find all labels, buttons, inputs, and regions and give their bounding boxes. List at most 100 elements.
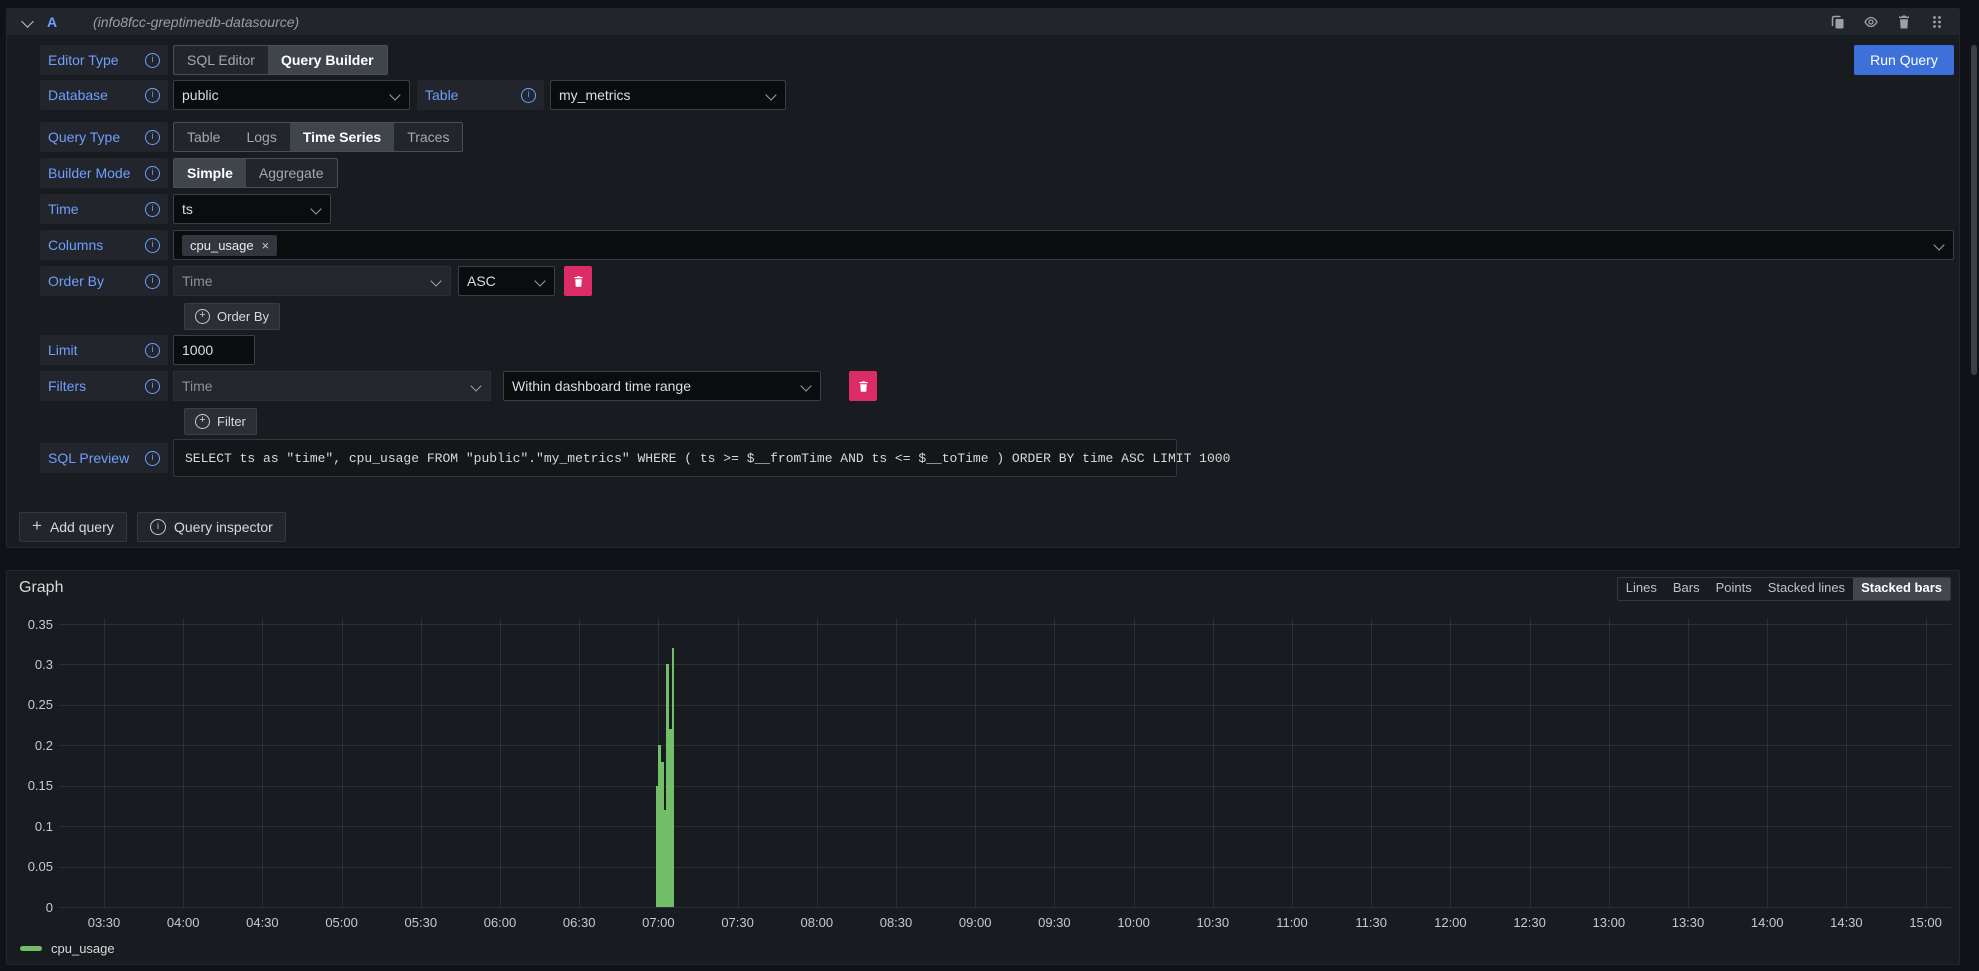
filter-column-select[interactable]: Time: [173, 371, 491, 401]
order-by-column-value: Time: [182, 273, 213, 289]
time-series-chart: cpu_usage 00.050.10.150.20.250.30.3503:3…: [7, 571, 1959, 964]
x-tick-label: 04:30: [222, 915, 302, 930]
table-label: Table: [425, 87, 458, 103]
chevron-down-icon: [534, 275, 545, 286]
info-icon[interactable]: i: [145, 379, 160, 394]
duplicate-query-icon[interactable]: [1830, 14, 1846, 30]
v-gridline: [1134, 618, 1135, 907]
v-gridline: [817, 618, 818, 907]
v-gridline: [1609, 618, 1610, 907]
filter-column-value: Time: [182, 378, 213, 394]
add-order-by-label: Order By: [217, 309, 269, 324]
order-by-label: Order By: [48, 273, 104, 289]
info-icon[interactable]: i: [145, 451, 160, 466]
x-tick-label: 08:30: [856, 915, 936, 930]
query-type-label: Query Type: [48, 129, 120, 145]
remove-filter-button[interactable]: [849, 371, 877, 401]
info-icon[interactable]: i: [521, 88, 536, 103]
collapse-chevron-icon[interactable]: [21, 15, 34, 28]
info-icon[interactable]: i: [145, 130, 160, 145]
table-select[interactable]: my_metrics: [550, 80, 786, 110]
query-row-header[interactable]: A (info8fcc-greptimedb-datasource): [7, 9, 1959, 35]
order-by-column-select[interactable]: Time: [173, 266, 451, 296]
plus-icon: +: [32, 516, 42, 536]
sql-preview-text: SELECT ts as "time", cpu_usage FROM "pub…: [185, 451, 1230, 466]
database-label: Database: [48, 87, 108, 103]
field-label-editor-type: Editor Type i: [40, 45, 168, 75]
add-order-by-button[interactable]: + Order By: [184, 303, 280, 330]
column-tag: cpu_usage ×: [182, 235, 277, 256]
remove-column-icon[interactable]: ×: [262, 239, 270, 252]
y-tick-label: 0: [7, 900, 53, 915]
editor-type-option-query-builder[interactable]: Query Builder: [268, 46, 387, 74]
order-by-direction-select[interactable]: ASC: [458, 266, 555, 296]
run-query-button[interactable]: Run Query: [1854, 45, 1954, 75]
database-select[interactable]: public: [173, 80, 410, 110]
v-gridline: [1926, 618, 1927, 907]
info-icon[interactable]: i: [145, 88, 160, 103]
field-label-query-type: Query Type i: [40, 122, 168, 152]
add-filter-button[interactable]: + Filter: [184, 408, 257, 435]
legend-label: cpu_usage: [51, 941, 115, 956]
v-gridline: [1054, 618, 1055, 907]
chevron-down-icon: [310, 203, 321, 214]
editor-type-switcher: SQL EditorQuery Builder: [173, 45, 388, 75]
query-inspector-button[interactable]: i Query inspector: [137, 512, 286, 542]
drag-handle-icon[interactable]: [1929, 14, 1945, 30]
chevron-down-icon: [800, 380, 811, 391]
info-icon[interactable]: i: [145, 53, 160, 68]
v-gridline: [1292, 618, 1293, 907]
remove-order-by-button[interactable]: [564, 266, 592, 296]
order-by-direction-value: ASC: [467, 273, 496, 289]
add-filter-label: Filter: [217, 414, 246, 429]
query-type-option-traces[interactable]: Traces: [394, 123, 462, 151]
v-gridline: [896, 618, 897, 907]
x-tick-label: 11:00: [1252, 915, 1332, 930]
limit-value: 1000: [182, 342, 213, 358]
add-query-button[interactable]: + Add query: [19, 512, 127, 542]
v-gridline: [342, 618, 343, 907]
delete-query-icon[interactable]: [1896, 14, 1912, 30]
info-icon[interactable]: i: [145, 238, 160, 253]
toggle-visibility-icon[interactable]: [1863, 14, 1879, 30]
v-gridline: [1767, 618, 1768, 907]
field-label-columns: Columns i: [40, 230, 168, 260]
v-gridline: [183, 618, 184, 907]
add-query-label: Add query: [50, 519, 114, 535]
filter-condition-select[interactable]: Within dashboard time range: [503, 371, 821, 401]
datasource-name: (info8fcc-greptimedb-datasource): [93, 14, 299, 30]
field-label-database: Database i: [40, 80, 168, 110]
v-gridline: [738, 618, 739, 907]
v-gridline: [1530, 618, 1531, 907]
query-editor-panel: A (info8fcc-greptimedb-datasource) Edito…: [6, 8, 1960, 548]
builder-mode-option-simple[interactable]: Simple: [174, 159, 246, 187]
builder-mode-option-aggregate[interactable]: Aggregate: [246, 159, 337, 187]
v-gridline: [1450, 618, 1451, 907]
x-tick-label: 14:30: [1806, 915, 1886, 930]
x-tick-label: 14:00: [1727, 915, 1807, 930]
h-gridline: [59, 705, 1951, 706]
v-gridline: [1688, 618, 1689, 907]
v-gridline: [975, 618, 976, 907]
filter-condition-value: Within dashboard time range: [512, 378, 691, 394]
y-tick-label: 0.15: [7, 778, 53, 793]
query-type-option-logs[interactable]: Logs: [233, 123, 289, 151]
info-icon[interactable]: i: [145, 274, 160, 289]
query-type-option-table[interactable]: Table: [174, 123, 233, 151]
time-column-select[interactable]: ts: [173, 194, 331, 224]
info-icon[interactable]: i: [145, 166, 160, 181]
info-circle-icon: i: [150, 519, 166, 535]
limit-input[interactable]: 1000: [173, 335, 255, 365]
query-inspector-label: Query inspector: [174, 519, 273, 535]
x-tick-label: 04:00: [143, 915, 223, 930]
scrollbar[interactable]: [1971, 45, 1977, 375]
y-tick-label: 0.1: [7, 819, 53, 834]
legend-item-cpu-usage[interactable]: cpu_usage: [20, 941, 115, 956]
info-icon[interactable]: i: [145, 343, 160, 358]
v-gridline: [579, 618, 580, 907]
x-tick-label: 07:30: [698, 915, 778, 930]
columns-multiselect[interactable]: cpu_usage ×: [173, 230, 1954, 260]
query-type-option-time-series[interactable]: Time Series: [290, 123, 394, 151]
editor-type-option-sql-editor[interactable]: SQL Editor: [174, 46, 268, 74]
info-icon[interactable]: i: [145, 202, 160, 217]
